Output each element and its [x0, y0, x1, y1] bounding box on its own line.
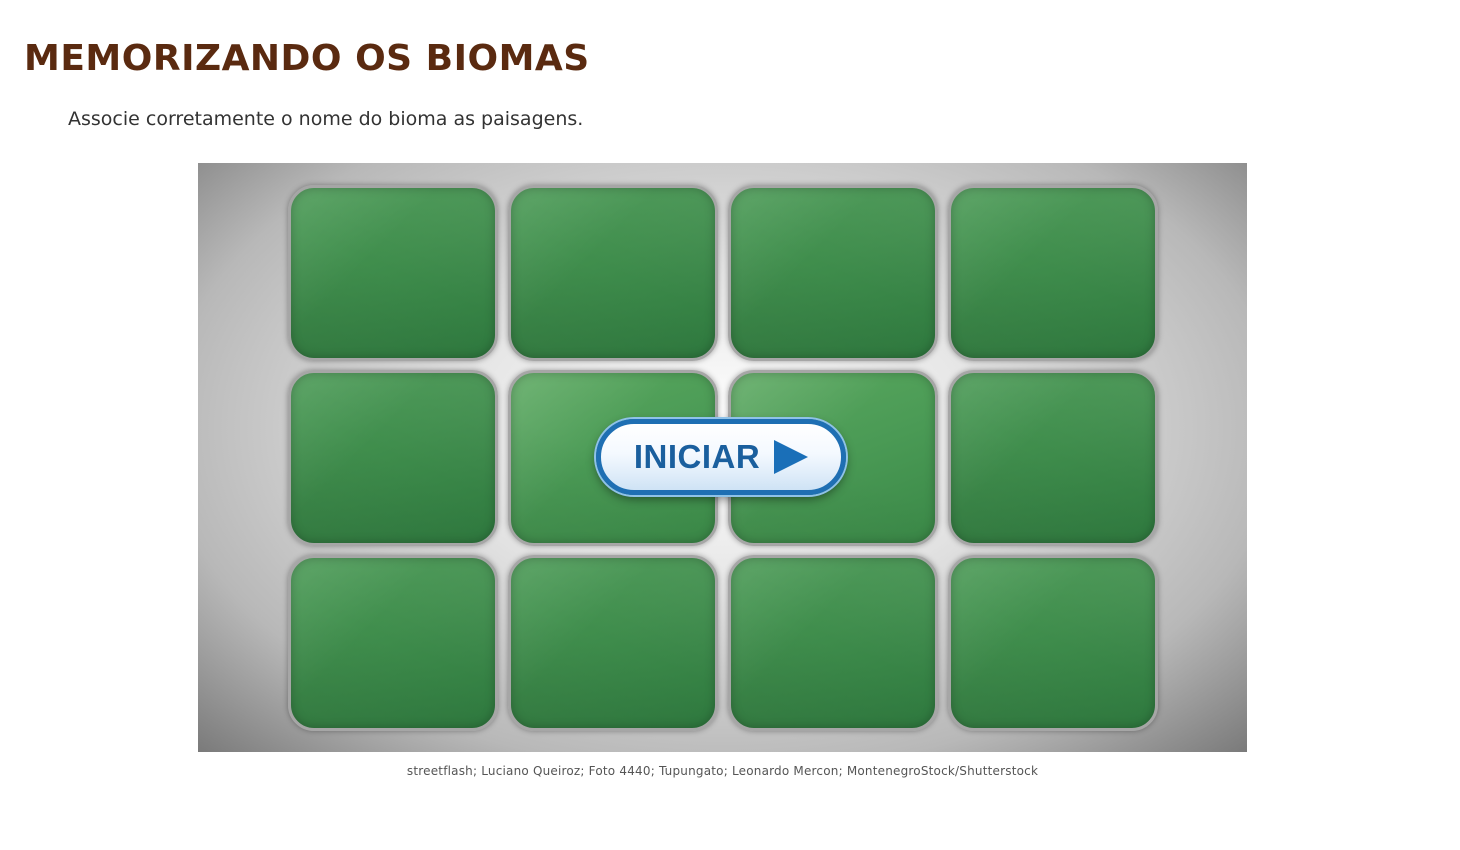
memory-card-10[interactable] [508, 555, 718, 731]
memory-card-1[interactable] [288, 185, 498, 361]
page: MEMORIZANDO OS BIOMAS Associe corretamen… [0, 0, 1460, 850]
start-button-label: INICIAR [633, 438, 761, 475]
memory-card-11[interactable] [728, 555, 938, 731]
memory-card-5[interactable] [288, 370, 498, 546]
play-icon [774, 440, 809, 474]
instructions-text: Associe corretamente o nome do bioma as … [68, 108, 584, 130]
memory-card-2[interactable] [508, 185, 718, 361]
page-title: MEMORIZANDO OS BIOMAS [24, 38, 590, 79]
memory-card-9[interactable] [288, 555, 498, 731]
memory-card-12[interactable] [948, 555, 1158, 731]
start-button[interactable]: INICIAR [596, 419, 846, 495]
photo-credits: streetflash; Luciano Queiroz; Foto 4440;… [406, 764, 1039, 778]
memory-game-board: INICIAR [198, 163, 1247, 752]
memory-card-3[interactable] [728, 185, 938, 361]
memory-card-8[interactable] [948, 370, 1158, 546]
memory-card-4[interactable] [948, 185, 1158, 361]
